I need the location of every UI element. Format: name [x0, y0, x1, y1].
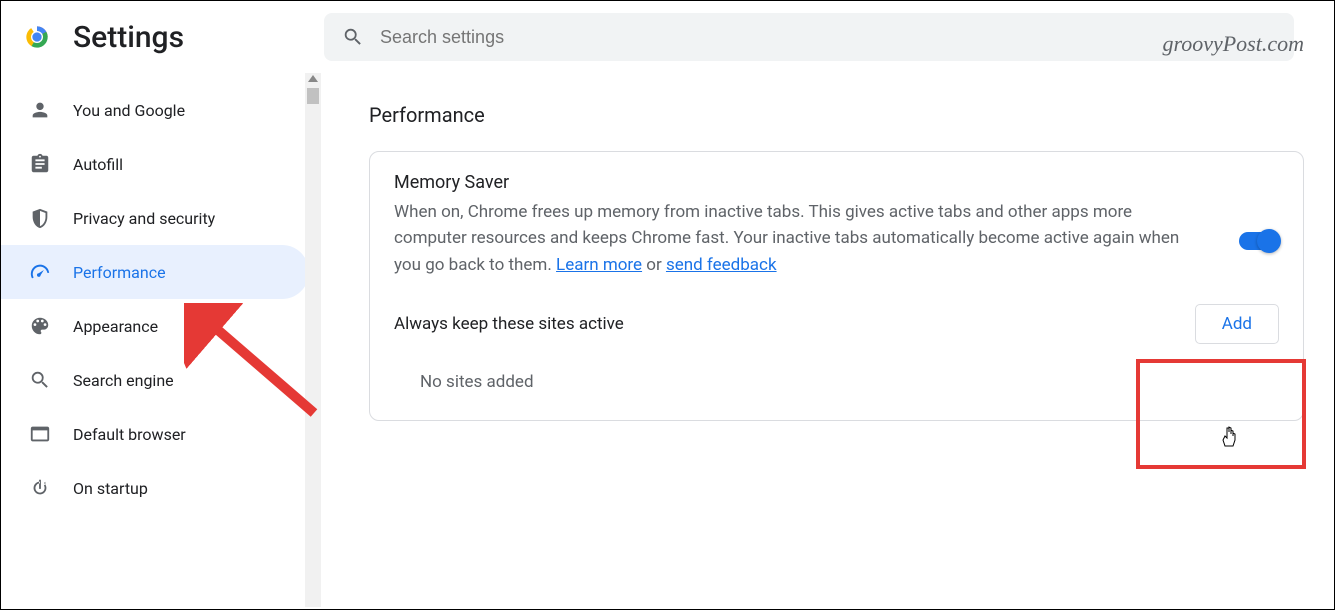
always-active-title: Always keep these sites active	[394, 314, 624, 334]
search-bar[interactable]	[324, 13, 1294, 61]
sidebar-item-default-browser[interactable]: Default browser	[1, 407, 309, 461]
sidebar-item-you-and-google[interactable]: You and Google	[1, 83, 309, 137]
sidebar-item-label: On startup	[73, 479, 148, 498]
search-icon	[29, 369, 51, 391]
sidebar-item-search-engine[interactable]: Search engine	[1, 353, 309, 407]
browser-icon	[29, 423, 51, 445]
send-feedback-link[interactable]: send feedback	[666, 255, 777, 275]
add-button[interactable]: Add	[1195, 304, 1279, 344]
memory-saver-toggle[interactable]	[1239, 232, 1279, 250]
scrollbar-thumb[interactable]	[307, 88, 319, 104]
sidebar-item-label: Performance	[73, 263, 166, 282]
performance-card: Memory Saver When on, Chrome frees up me…	[369, 151, 1304, 421]
layout: You and Google Autofill Privacy and secu…	[1, 73, 1334, 607]
shield-icon	[29, 207, 51, 229]
header: Settings	[1, 1, 1334, 73]
section-title: Performance	[369, 103, 1304, 127]
content: Performance Memory Saver When on, Chrome…	[321, 73, 1334, 607]
sidebar: You and Google Autofill Privacy and secu…	[1, 73, 321, 607]
sidebar-item-privacy[interactable]: Privacy and security	[1, 191, 309, 245]
sidebar-item-label: Search engine	[73, 371, 174, 390]
no-sites-text: No sites added	[420, 372, 1279, 392]
sidebar-item-label: You and Google	[73, 101, 185, 120]
page-title: Settings	[73, 20, 184, 55]
sidebar-item-label: Default browser	[73, 425, 186, 444]
memory-saver-text: Memory Saver When on, Chrome frees up me…	[394, 172, 1209, 278]
scrollbar[interactable]	[305, 73, 321, 607]
memory-saver-row: Memory Saver When on, Chrome frees up me…	[394, 172, 1279, 278]
sidebar-item-appearance[interactable]: Appearance	[1, 299, 309, 353]
chrome-logo-icon	[21, 21, 53, 53]
search-icon	[342, 26, 364, 48]
sidebar-item-autofill[interactable]: Autofill	[1, 137, 309, 191]
memory-saver-description: When on, Chrome frees up memory from ina…	[394, 199, 1209, 278]
clipboard-icon	[29, 153, 51, 175]
learn-more-link[interactable]: Learn more	[556, 255, 642, 275]
palette-icon	[29, 315, 51, 337]
gauge-icon	[29, 261, 51, 283]
search-input[interactable]	[380, 27, 1276, 48]
always-active-row: Always keep these sites active Add	[394, 304, 1279, 344]
memory-saver-title: Memory Saver	[394, 172, 1209, 193]
watermark: groovyPost.com	[1162, 31, 1304, 57]
sidebar-item-label: Appearance	[73, 317, 158, 336]
sidebar-item-label: Autofill	[73, 155, 123, 174]
desc-text: When on, Chrome frees up memory from ina…	[394, 202, 1179, 275]
scrollbar-up-icon	[308, 75, 318, 82]
or-text: or	[642, 255, 666, 275]
sidebar-item-performance[interactable]: Performance	[1, 245, 309, 299]
person-icon	[29, 99, 51, 121]
power-icon	[29, 477, 51, 499]
sidebar-item-label: Privacy and security	[73, 209, 215, 228]
sidebar-item-on-startup[interactable]: On startup	[1, 461, 309, 515]
